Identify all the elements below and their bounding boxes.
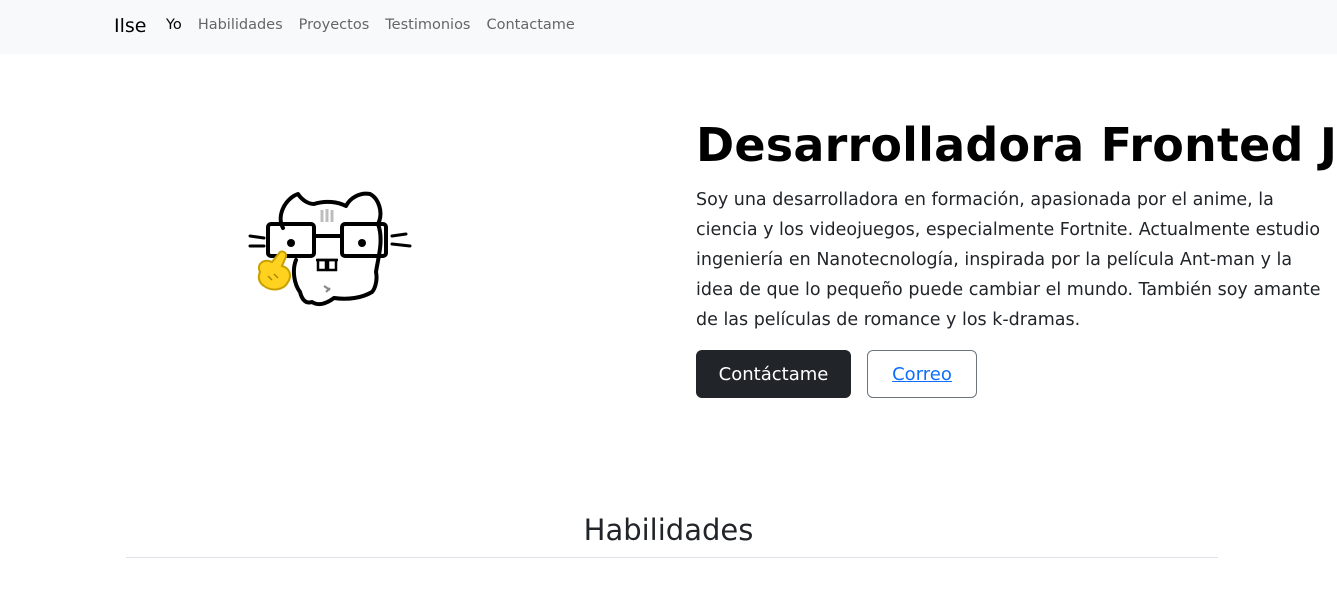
nav-link-testimonios[interactable]: Testimonios <box>385 17 470 33</box>
navbar: Ilse Yo Habilidades Proyectos Testimonio… <box>0 0 1337 54</box>
hero-title-text: Desarrolladora Fronted JR <box>696 118 1337 172</box>
email-button[interactable]: Correo <box>867 350 977 398</box>
skills-section-title: Habilidades <box>583 513 754 547</box>
cat-with-glasses-pointing-icon <box>238 180 418 315</box>
navbar-brand[interactable]: Ilse <box>114 15 146 37</box>
section-divider <box>126 557 1218 558</box>
nav-link-proyectos[interactable]: Proyectos <box>299 17 370 33</box>
nav-link-contactame[interactable]: Contactame <box>487 17 575 33</box>
nav-link-yo[interactable]: Yo <box>166 17 182 33</box>
nav-links: Yo Habilidades Proyectos Testimonios Con… <box>166 17 575 33</box>
nav-link-habilidades[interactable]: Habilidades <box>198 17 283 33</box>
hero-description: Soy una desarrolladora en formación, apa… <box>696 190 1321 330</box>
hero-title: Desarrolladora Fronted JR <box>696 118 1337 172</box>
email-link[interactable]: Correo <box>892 364 952 385</box>
contact-button[interactable]: Contáctame <box>696 350 851 398</box>
